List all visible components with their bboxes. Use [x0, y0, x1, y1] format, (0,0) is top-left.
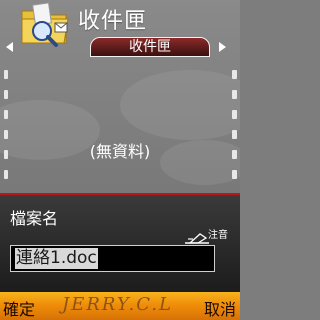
- watermark: JERRY.C.L: [62, 294, 173, 315]
- filename-input[interactable]: 連絡1.doc: [10, 245, 215, 272]
- empty-list-message: (無資料): [89, 142, 151, 161]
- pen-input-icon: [184, 229, 210, 244]
- confirm-softkey[interactable]: 確定: [3, 296, 35, 320]
- app-title: 收件匣: [78, 9, 148, 34]
- filename-value: 連絡1.doc: [15, 248, 98, 269]
- signal-strength-indicator: [3, 40, 13, 200]
- tab-inbox[interactable]: 收件匣: [90, 37, 210, 57]
- tab-right-arrow-icon[interactable]: [219, 42, 226, 52]
- cancel-softkey[interactable]: 取消: [204, 296, 236, 320]
- battery-indicator: [228, 40, 238, 200]
- dialog-title: 檔案名: [10, 209, 59, 228]
- tab-left-arrow-icon[interactable]: [6, 42, 13, 52]
- softkey-bar: 確定 JERRY.C.L 取消: [0, 292, 240, 320]
- tab-bar: 收件匣: [6, 37, 234, 57]
- input-mode-label: 注音: [208, 230, 228, 241]
- screen: 收件匣 收件匣 (無資料) 檔案名 注音 連絡1.doc 確定 JERRY.C.…: [0, 0, 240, 320]
- filename-dialog: 檔案名 注音 連絡1.doc: [0, 193, 240, 293]
- background-bubble: [120, 70, 240, 140]
